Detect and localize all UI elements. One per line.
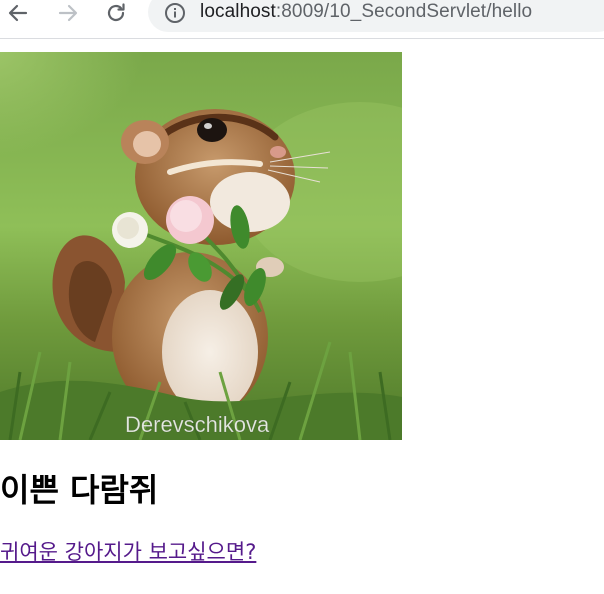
chipmunk-photo: Derevschikova [0, 52, 402, 440]
url-path: :8009/10_SecondServlet/hello [275, 1, 533, 22]
address-bar[interactable]: localhost:8009/10_SecondServlet/hello [148, 0, 604, 32]
browser-toolbar: localhost:8009/10_SecondServlet/hello [0, 0, 604, 39]
url-host: localhost [200, 1, 276, 22]
url-text[interactable]: localhost:8009/10_SecondServlet/hello [200, 1, 532, 23]
back-button[interactable] [4, 0, 32, 26]
chipmunk-image: Derevschikova [0, 52, 402, 440]
info-icon[interactable] [164, 2, 186, 24]
forward-arrow-icon [58, 4, 78, 22]
forward-button[interactable] [54, 0, 82, 26]
puppy-link[interactable]: 귀여운 강아지가 보고싶으면? [0, 536, 256, 566]
back-arrow-icon [8, 4, 28, 22]
image-watermark: Derevschikova [125, 412, 270, 437]
reload-button[interactable] [102, 0, 130, 26]
reload-icon [107, 3, 125, 22]
page-heading: 이쁜 다람쥐 [0, 471, 159, 509]
